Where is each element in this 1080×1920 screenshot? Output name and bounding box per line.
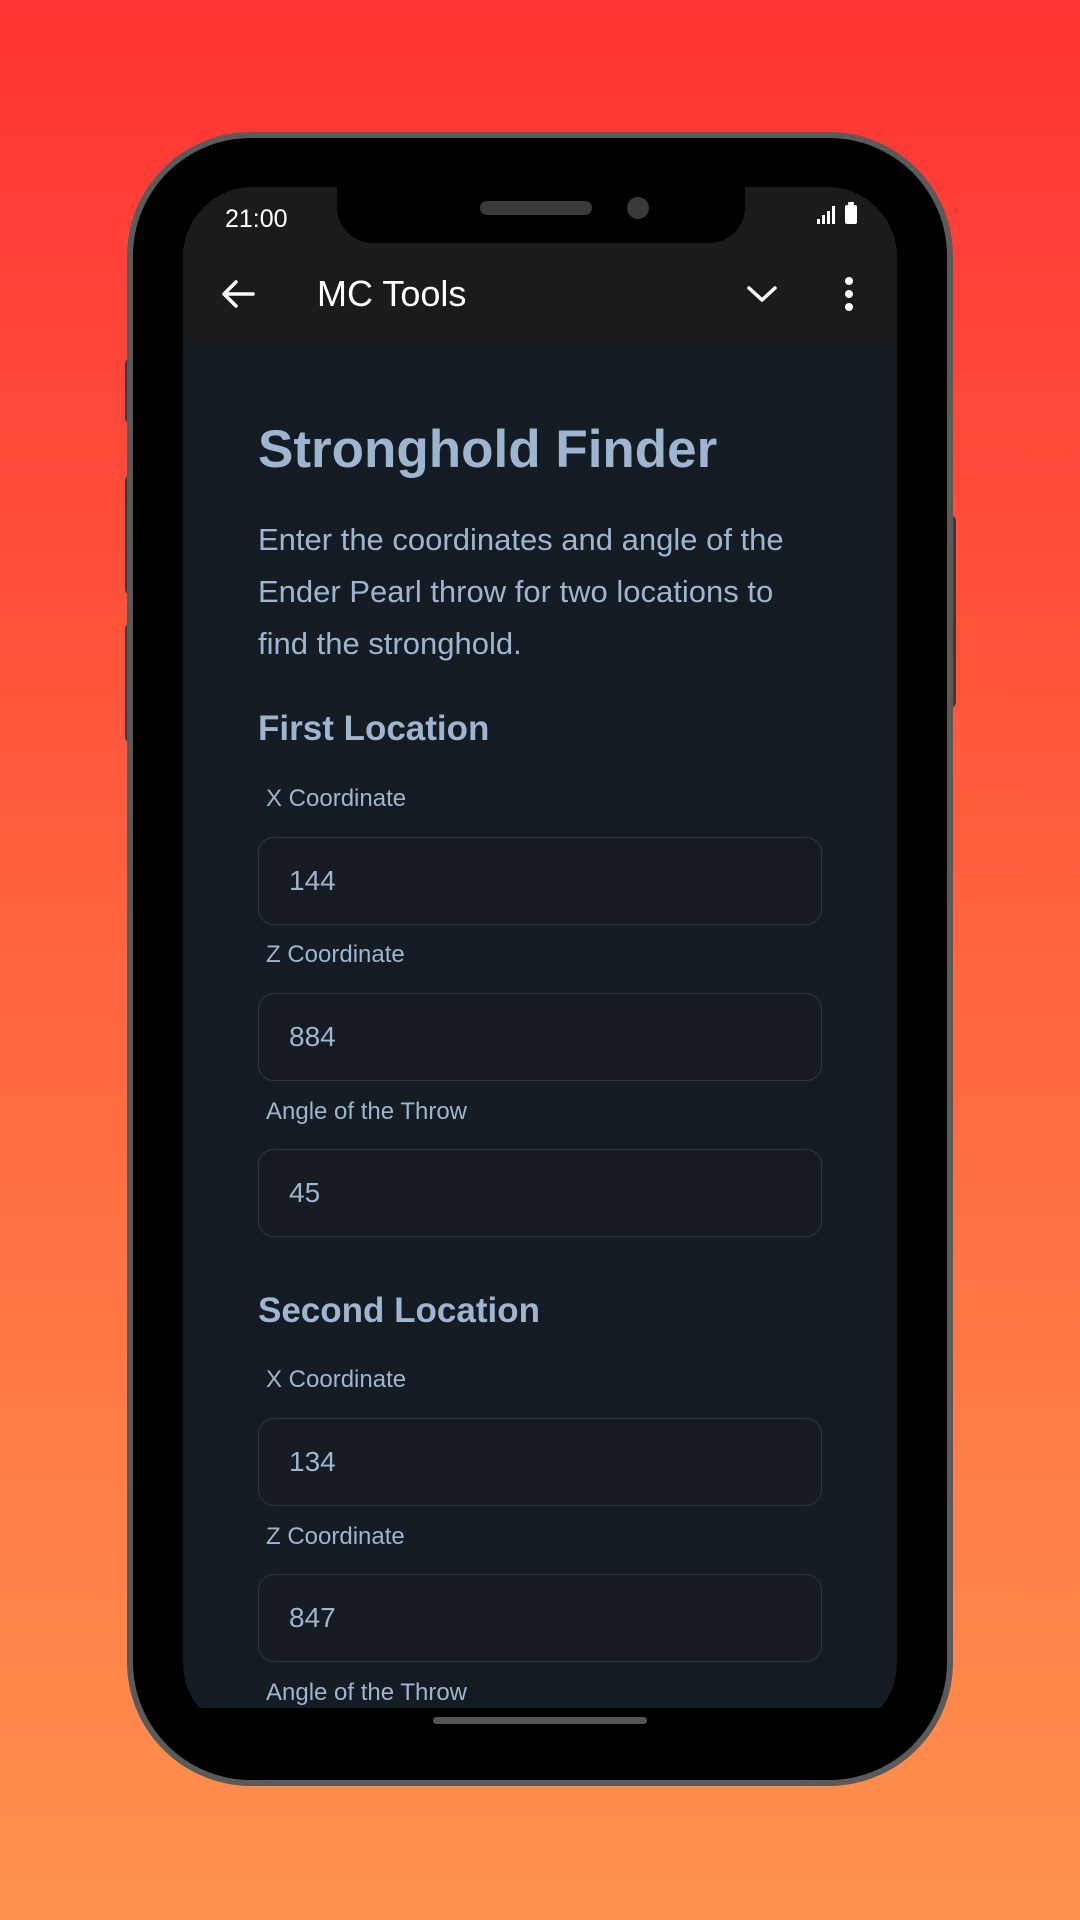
phone-screen: 21:00 MC Tools Stronghold Finder Enter t… bbox=[183, 187, 897, 1733]
more-vert-icon bbox=[845, 277, 853, 311]
overflow-menu-button[interactable] bbox=[829, 269, 869, 319]
first-z-input[interactable] bbox=[258, 993, 822, 1081]
first-angle-input[interactable] bbox=[258, 1149, 822, 1237]
first-z-label: Z Coordinate bbox=[266, 941, 405, 968]
status-time: 21:00 bbox=[225, 205, 288, 233]
second-location-heading: Second Location bbox=[258, 1291, 540, 1330]
second-z-input[interactable] bbox=[258, 1574, 822, 1662]
home-indicator[interactable] bbox=[433, 1717, 647, 1724]
system-icons bbox=[817, 202, 857, 224]
first-x-input[interactable] bbox=[258, 837, 822, 925]
first-x-label: X Coordinate bbox=[266, 785, 407, 812]
second-z-label: Z Coordinate bbox=[266, 1523, 405, 1550]
front-camera bbox=[627, 197, 649, 219]
second-x-label: X Coordinate bbox=[266, 1366, 407, 1393]
battery-icon bbox=[845, 202, 857, 224]
signal-icon bbox=[817, 206, 835, 224]
chevron-down-icon bbox=[747, 286, 777, 302]
dropdown-button[interactable] bbox=[737, 269, 787, 319]
second-angle-label: Angle of the Throw bbox=[266, 1679, 468, 1706]
app-title: MC Tools bbox=[317, 273, 467, 314]
page-title: Stronghold Finder bbox=[258, 420, 718, 479]
arrow-left-icon bbox=[222, 280, 255, 308]
first-angle-label: Angle of the Throw bbox=[266, 1098, 468, 1125]
content-area[interactable]: Stronghold Finder Enter the coordinates … bbox=[183, 344, 897, 1708]
second-x-input[interactable] bbox=[258, 1418, 822, 1506]
app-bar: MC Tools bbox=[183, 243, 897, 344]
first-location-heading: First Location bbox=[258, 709, 490, 748]
speaker bbox=[480, 201, 592, 215]
status-bar: 21:00 bbox=[183, 187, 897, 243]
notch bbox=[337, 187, 745, 243]
intro-text: Enter the coordinates and angle of the E… bbox=[258, 522, 784, 661]
back-button[interactable] bbox=[213, 269, 263, 319]
